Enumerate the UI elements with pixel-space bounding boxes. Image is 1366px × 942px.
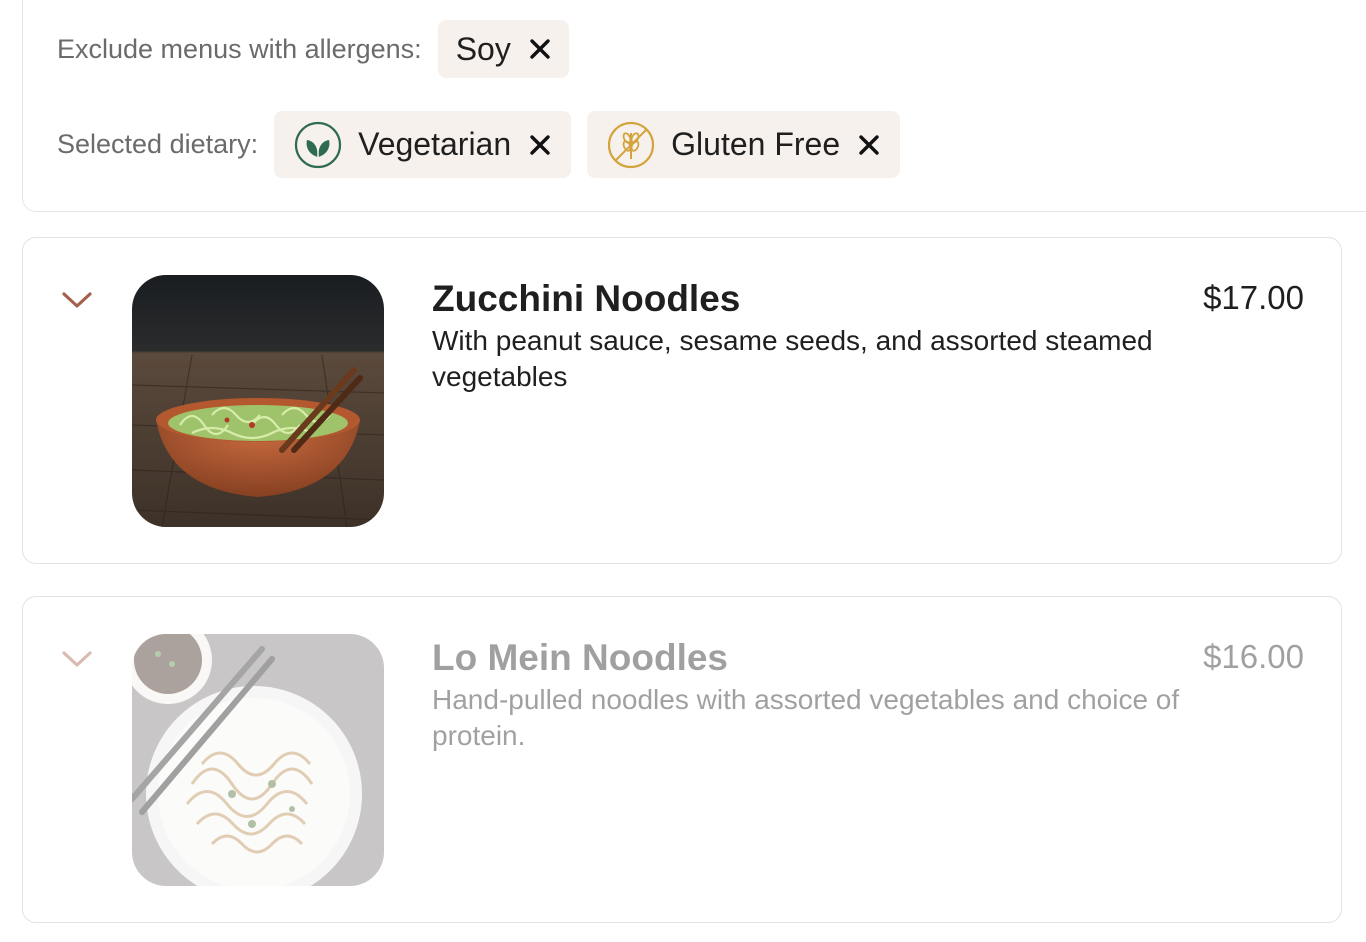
close-icon[interactable] xyxy=(529,38,551,60)
zucchini-noodles-image xyxy=(132,275,384,527)
menu-item-card[interactable]: Zucchini Noodles $17.00 With peanut sauc… xyxy=(22,237,1342,564)
menu-item-price: $16.00 xyxy=(1203,638,1304,675)
menu-item-description: Hand-pulled noodles with assorted vegeta… xyxy=(432,684,1180,751)
menu-item-title: Lo Mein Noodles xyxy=(432,637,728,678)
menu-item-title: Zucchini Noodles xyxy=(432,278,741,319)
dietary-chip-gluten-free[interactable]: Gluten Free xyxy=(587,111,901,178)
chevron-down-icon[interactable] xyxy=(61,647,93,671)
chip-label: Soy xyxy=(455,30,511,67)
allergen-chip-soy[interactable]: Soy xyxy=(437,20,569,78)
close-icon[interactable] xyxy=(529,134,551,156)
dietary-chip-vegetarian[interactable]: Vegetarian xyxy=(274,111,572,178)
menu-item-description: With peanut sauce, sesame seeds, and ass… xyxy=(432,325,1153,392)
chip-label: Vegetarian xyxy=(358,126,512,162)
allergen-filter-label: Exclude menus with allergens: xyxy=(57,33,422,64)
dietary-filter-label: Selected dietary: xyxy=(57,129,259,159)
chevron-down-icon[interactable] xyxy=(61,288,93,312)
close-icon[interactable] xyxy=(858,134,880,156)
lo-mein-noodles-image xyxy=(132,634,384,886)
filter-panel: Exclude menus with allergens: Soy Select… xyxy=(22,0,1366,212)
gluten-free-icon xyxy=(607,121,655,169)
dietary-filter-row: Selected dietary: Vegetarian Gluten Free xyxy=(57,111,916,178)
menu-item-price: $17.00 xyxy=(1203,279,1304,316)
chip-label: Gluten Free xyxy=(671,126,841,162)
menu-item-card-unavailable[interactable]: Lo Mein Noodles $16.00 Hand-pulled noodl… xyxy=(22,596,1342,923)
allergen-filter-row: Exclude menus with allergens: Soy xyxy=(57,20,585,78)
leaf-icon xyxy=(294,121,342,169)
